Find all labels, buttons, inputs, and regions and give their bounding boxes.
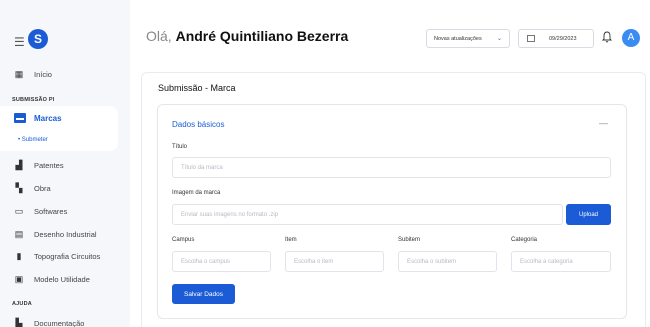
sidebar-item-label: Início (34, 70, 52, 79)
categoria-select[interactable]: Escolha a categoria (511, 251, 611, 272)
chip-icon: ▮ (16, 251, 22, 261)
greeting-prefix: Olá, (146, 28, 172, 44)
updates-select[interactable]: Novas atualizações ⌄ (426, 29, 510, 48)
sidebar-item-inicio[interactable]: ▦ Início (12, 69, 52, 80)
section-submissao-label: SUBMISSÃO PI (12, 97, 55, 103)
sidebar-item-label: Documentação (34, 319, 85, 327)
ruler-icon: ▤ (14, 229, 24, 239)
card-title: Dados básicos (172, 120, 225, 129)
imagem-input[interactable]: Enviar suas imagens no formato .zip (172, 204, 563, 225)
save-button[interactable]: Salvar Dados (172, 284, 235, 304)
item-label: Item (285, 237, 297, 243)
greeting: Olá, André Quintiliano Bezerra (146, 28, 348, 44)
sidebar-item-desenho[interactable]: ▤ Desenho Industrial (12, 229, 97, 240)
date-picker[interactable]: 09/29/2023 (518, 29, 594, 48)
calendar-icon (527, 35, 535, 42)
book-icon: ▚ (15, 183, 23, 193)
sidebar-item-patentes[interactable]: ▟ Patentes (12, 160, 64, 171)
monitor-icon: ▣ (14, 274, 24, 284)
sidebar-item-modelo[interactable]: ▣ Modelo Utilidade (12, 274, 90, 285)
subitem-label: Subitem (398, 237, 421, 243)
sidebar-item-obra[interactable]: ▚ Obra (12, 183, 51, 194)
avatar[interactable]: A (622, 29, 640, 47)
hamburger-menu-icon[interactable]: ☰ (14, 35, 25, 49)
updates-select-value: Novas atualizações (434, 35, 482, 42)
sidebar-item-label: Patentes (34, 161, 64, 170)
upload-button[interactable]: Upload (566, 204, 611, 225)
chevron-down-icon: ⌄ (496, 36, 502, 42)
sidebar-item-label: Obra (34, 184, 51, 193)
sidebar-item-label: Desenho Industrial (34, 230, 97, 239)
laptop-icon: ▭ (14, 206, 24, 216)
sidebar-item-label: Softwares (34, 207, 68, 216)
campus-select[interactable]: Escolha o campus (172, 251, 271, 272)
section-ajuda-label: AJUDA (12, 301, 32, 307)
titulo-input[interactable]: Título da marca (172, 157, 611, 178)
trademark-icon (14, 113, 26, 123)
sidebar-item-softwares[interactable]: ▭ Softwares (12, 206, 68, 217)
bell-icon[interactable] (602, 31, 612, 43)
titulo-label: Título (172, 144, 188, 150)
sidebar-item-topografia[interactable]: ▮ Topografia Circuitos (12, 251, 101, 262)
document-icon: ▙ (15, 318, 23, 327)
campus-label: Campus (172, 237, 195, 243)
grid-icon: ▦ (14, 69, 24, 79)
sidebar-item-label: Marcas (34, 113, 62, 123)
sidebar-item-label: Modelo Utilidade (34, 275, 90, 284)
collapse-icon[interactable]: — (599, 118, 608, 128)
sidebar-subitem-submeter[interactable]: • Submeter (18, 137, 48, 143)
sidebar-item-documentacao[interactable]: ▙ Documentação (12, 318, 85, 327)
date-value: 09/29/2023 (549, 35, 577, 42)
sidebar-subitem-label: Submeter (21, 137, 48, 143)
subitem-select[interactable]: Escolha o subitem (398, 251, 497, 272)
page-title: Submissão - Marca (158, 83, 236, 93)
sidebar-item-marcas[interactable]: Marcas (14, 113, 62, 123)
logo[interactable]: S (28, 29, 48, 49)
user-name: André Quintiliano Bezerra (175, 28, 349, 44)
microscope-icon: ▟ (15, 160, 23, 170)
item-select[interactable]: Escolha o item (285, 251, 384, 272)
imagem-label: Imagem da marca (172, 190, 221, 196)
categoria-label: Categoria (511, 237, 538, 243)
sidebar-item-label: Topografia Circuitos (34, 252, 101, 261)
